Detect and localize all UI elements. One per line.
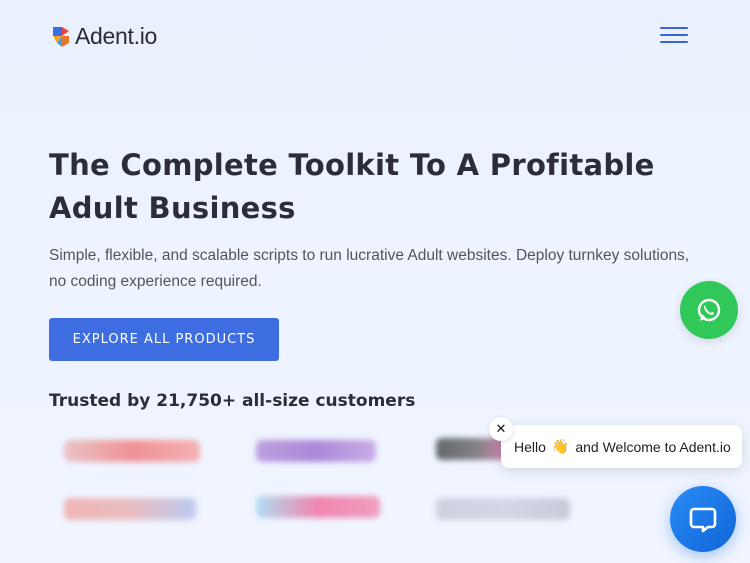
brand-logo[interactable]: Adent.io <box>49 23 157 50</box>
whatsapp-icon <box>697 298 721 322</box>
close-icon: ✕ <box>495 421 507 437</box>
wave-emoji: 👋 <box>551 438 570 454</box>
customer-logo <box>256 496 380 518</box>
customer-logo <box>64 498 196 520</box>
chat-launcher-button[interactable] <box>670 486 736 552</box>
customer-logo <box>256 440 376 462</box>
greeting-hello: Hello <box>514 438 546 455</box>
customer-logo <box>436 498 570 520</box>
logo-text: Adent.io <box>75 23 157 49</box>
trusted-heading: Trusted by 21,750+ all-size customers <box>49 391 416 411</box>
hero-title: The Complete Toolkit To A Profitable Adu… <box>49 148 655 225</box>
customer-logo <box>64 440 200 462</box>
hamburger-menu-icon[interactable] <box>660 24 690 46</box>
whatsapp-button[interactable] <box>680 281 738 339</box>
close-message-button[interactable]: ✕ <box>489 417 513 441</box>
welcome-message-bubble[interactable]: Hello 👋 and Welcome to Adent.io <box>501 425 742 468</box>
chat-bubble-icon <box>689 507 717 533</box>
greeting-welcome: and Welcome to Adent.io <box>575 438 731 455</box>
adent-logo-icon <box>53 26 69 47</box>
hero-subtitle: Simple, flexible, and scalable scripts t… <box>49 247 690 290</box>
explore-products-button[interactable]: EXPLORE ALL PRODUCTS <box>49 318 279 361</box>
